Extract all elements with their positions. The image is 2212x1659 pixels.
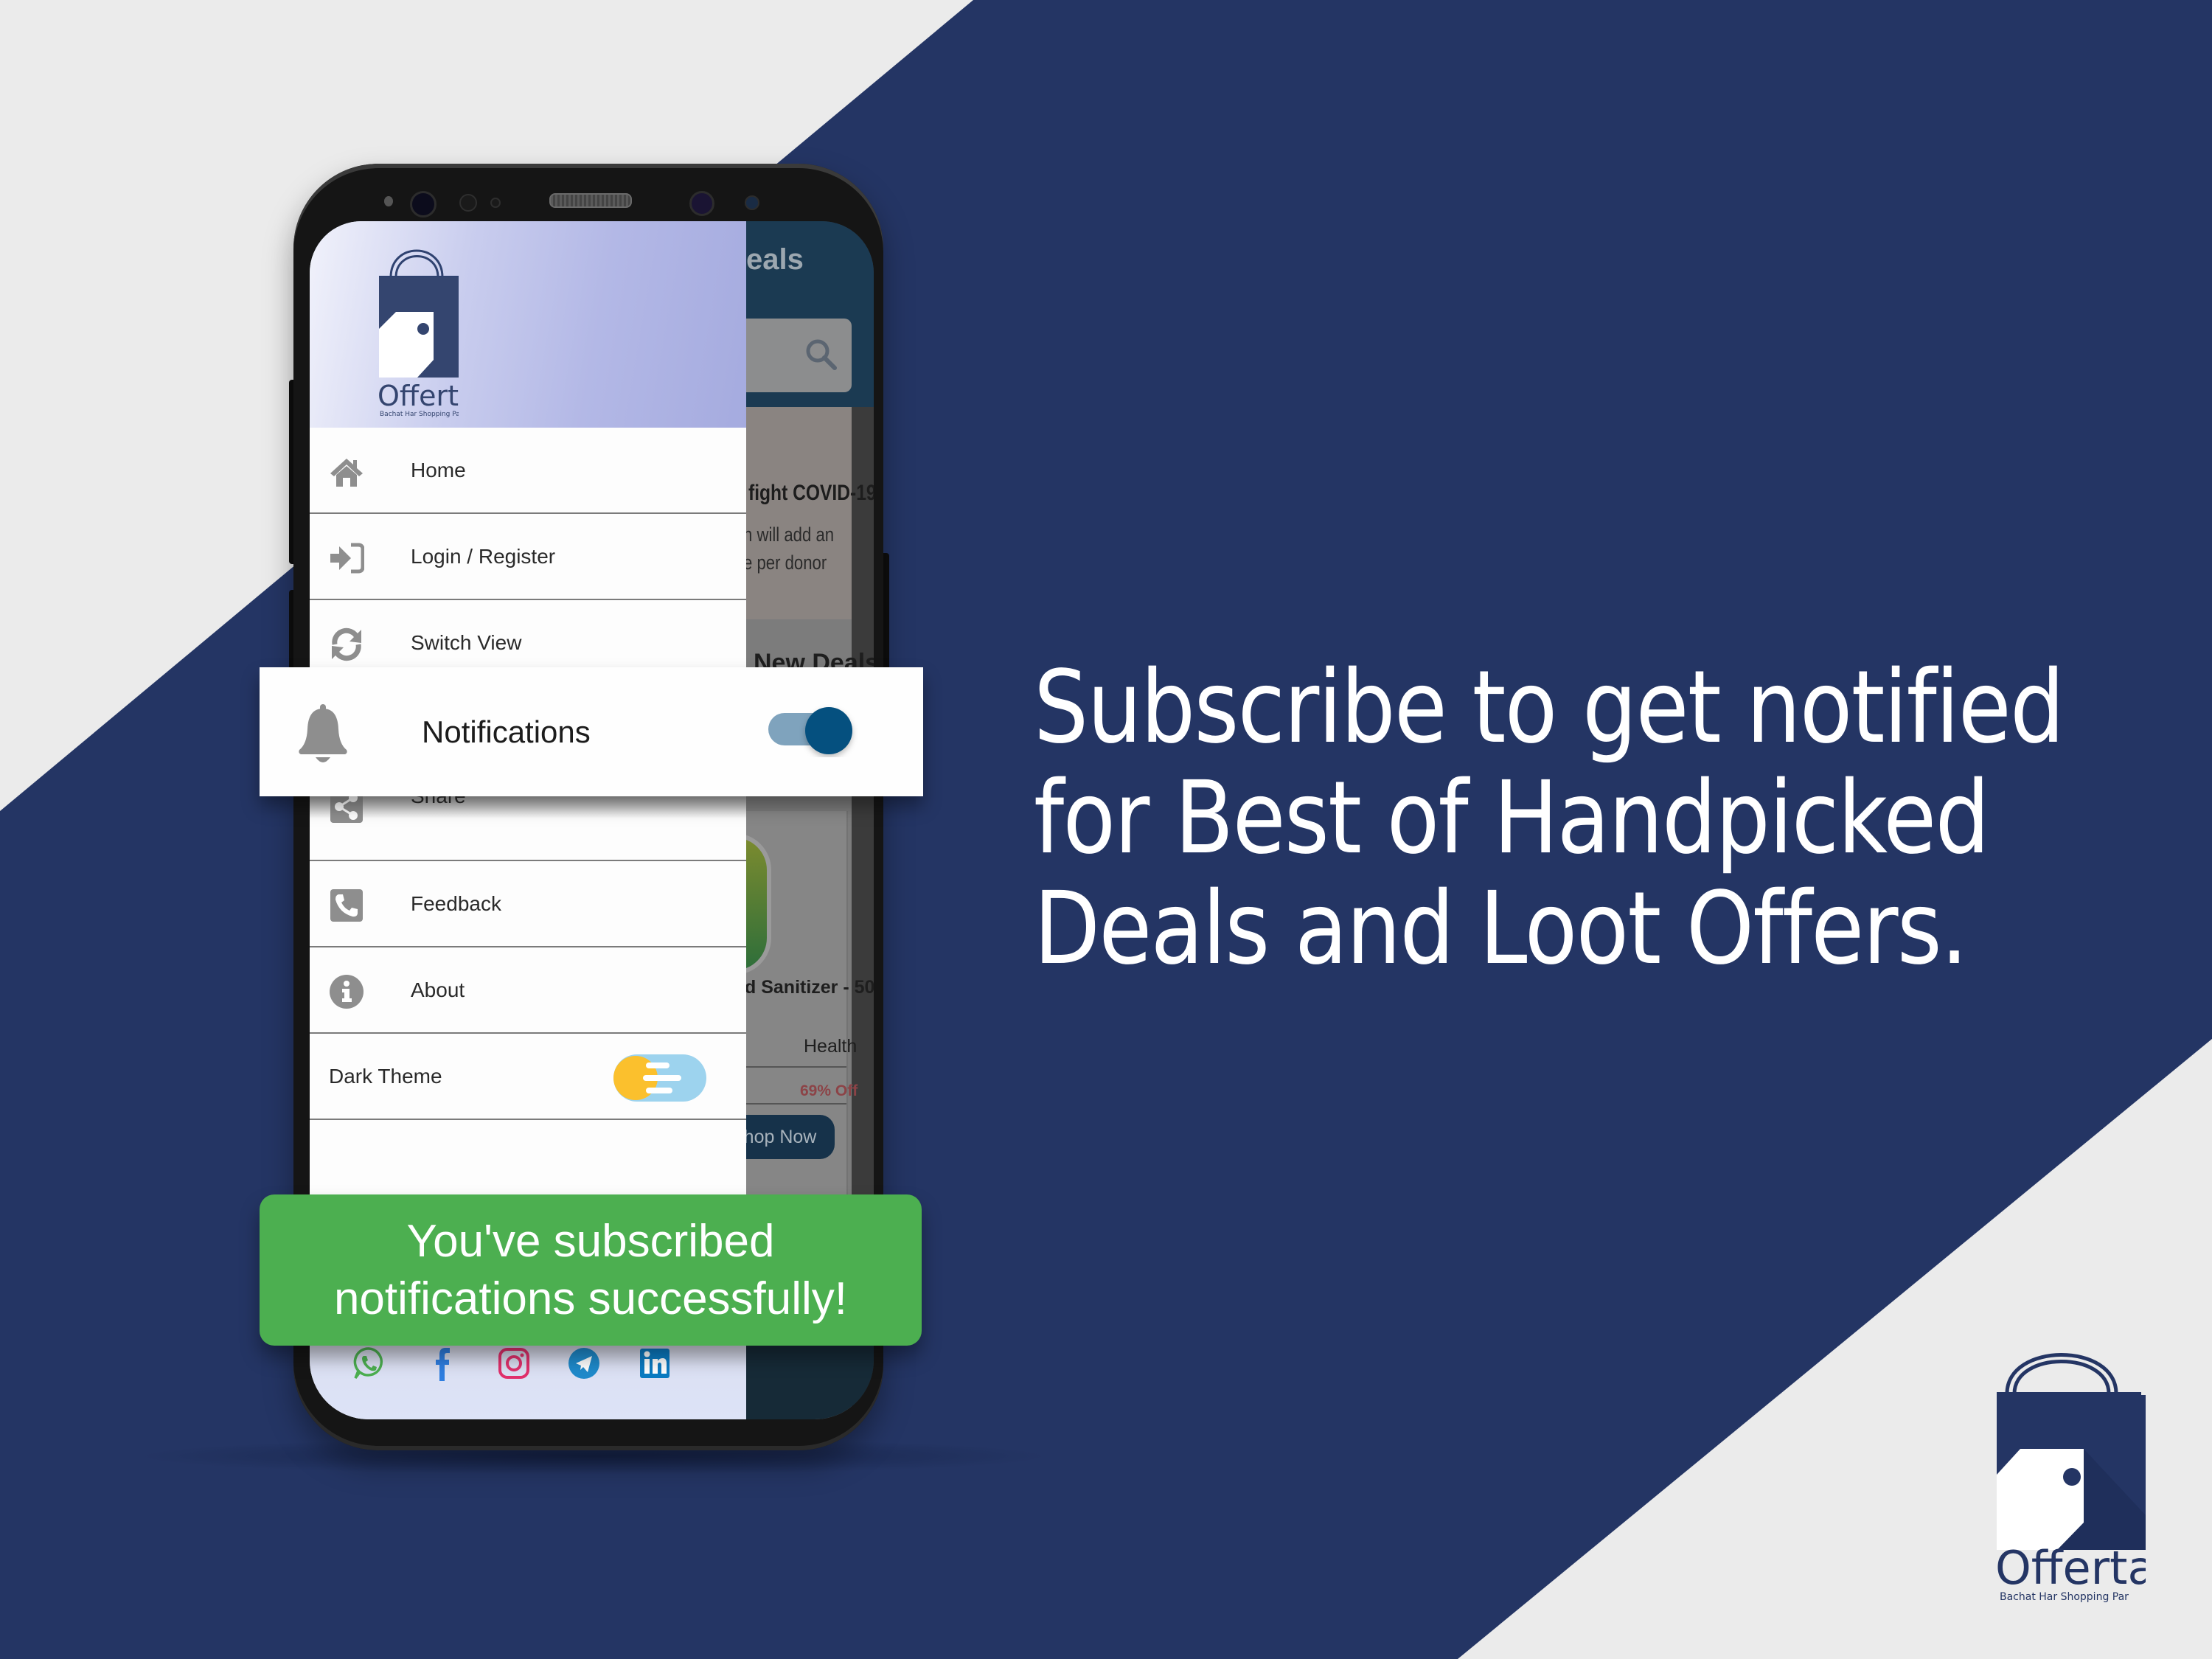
menu-item-login-register[interactable]: Login / Register [310, 514, 746, 600]
iris-camera-icon [689, 191, 714, 216]
success-toast: You've subscribed notifications successf… [260, 1194, 922, 1346]
headline-line: Subscribe to get notified [1034, 650, 2065, 766]
iris-sensor-icon [745, 195, 759, 210]
sensor-dot-small [490, 198, 501, 208]
dark-theme-toggle[interactable] [613, 1054, 706, 1102]
whatsapp-icon[interactable] [352, 1346, 385, 1381]
telegram-icon[interactable] [568, 1346, 600, 1381]
front-camera-icon [410, 191, 437, 218]
menu-label: About [411, 978, 465, 1001]
discount-badge: 69% Off [800, 1082, 858, 1099]
menu-label: Home [411, 459, 466, 481]
drawer-header: Offertag Bachat Har Shopping Par [310, 221, 746, 428]
app-title: eals [746, 243, 804, 276]
offertag-logo: Offertag Bachat Har Shopping Par [378, 249, 459, 418]
offertag-corner-logo: Offertag Bachat Har Shopping Par [1995, 1353, 2146, 1603]
logo-wordmark: Offertag [378, 380, 459, 412]
menu-label: Feedback [411, 892, 501, 915]
facebook-icon[interactable] [426, 1346, 459, 1381]
logo-tagline: Bachat Har Shopping Par [380, 411, 459, 418]
notifications-card[interactable]: Notifications [260, 667, 923, 796]
promo-headline: Subscribe to get notified for Best of Ha… [1034, 653, 2066, 984]
toast-line: You've subscribed [406, 1215, 775, 1267]
search-icon [806, 339, 837, 370]
dark-theme-label: Dark Theme [329, 1065, 442, 1088]
notifications-toggle[interactable] [767, 704, 858, 757]
instagram-icon[interactable] [498, 1346, 530, 1381]
banner-text-line: n will add an [743, 524, 835, 546]
toast-line: notifications successfully! [333, 1273, 848, 1324]
headline-line: Deals and Loot Offers. [1034, 871, 1968, 987]
bell-icon [299, 704, 347, 762]
menu-label: Login / Register [411, 545, 556, 568]
earpiece-speaker [549, 193, 632, 208]
product-category: Health [804, 1036, 858, 1057]
sign-in-icon [330, 543, 364, 574]
phone-icon [330, 889, 363, 922]
banner-text-line: e per donor [743, 552, 827, 574]
linkedin-icon[interactable] [639, 1346, 671, 1381]
headline-line: for Best of Handpicked [1034, 760, 1990, 877]
refresh-icon [332, 627, 361, 661]
menu-item-home[interactable]: Home [310, 428, 746, 514]
menu-item-feedback[interactable]: Feedback [310, 861, 746, 947]
dark-theme-row: Dark Theme [310, 1034, 746, 1120]
product-name: d Sanitizer - 50 [745, 977, 874, 998]
notifications-label: Notifications [422, 714, 591, 749]
logo-tagline: Bachat Har Shopping Par [2000, 1591, 2129, 1603]
home-icon [330, 459, 363, 487]
menu-item-about[interactable]: About [310, 947, 746, 1034]
logo-wordmark: Offertag [1995, 1541, 2146, 1595]
proximity-sensor [384, 196, 393, 206]
sensor-dot [459, 194, 477, 212]
info-icon [330, 975, 364, 1009]
banner-title: fight COVID-19 [748, 481, 874, 505]
